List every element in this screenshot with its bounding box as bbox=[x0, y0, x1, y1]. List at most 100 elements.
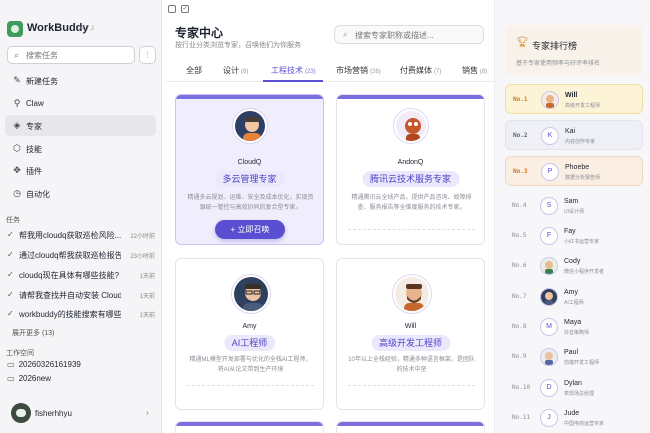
cloudq-avatar bbox=[233, 109, 267, 143]
task-title: cloudq现在具体有哪些技能? bbox=[19, 271, 120, 280]
task-item[interactable]: ✓ cloudq现在具体有哪些技能? 1天前 bbox=[7, 269, 155, 281]
nav-automation[interactable]: ◷ 自动化 bbox=[5, 183, 156, 204]
amy-avatar bbox=[232, 275, 270, 313]
expert-card-andonq[interactable]: AndonQ 腾讯云技术服务专家 精通腾讯云全线产品，提供产品咨询、故障排查、服… bbox=[336, 94, 485, 245]
summon-button[interactable]: + 立即召唤 bbox=[215, 220, 285, 239]
workspace-item[interactable]: ▭ 20260326161939 bbox=[7, 360, 81, 369]
expert-role-badge: AI工程师 bbox=[223, 335, 276, 351]
card-divider bbox=[348, 229, 475, 230]
rank-number: No.6 bbox=[512, 262, 527, 269]
rank-row[interactable]: No.10 D Dylan 表现场总经理 bbox=[505, 373, 643, 403]
rank-row[interactable]: No.2 K Kai 内容创作专家 bbox=[505, 120, 643, 150]
rank-row[interactable]: No.4 S Sam UI设计师 bbox=[505, 191, 643, 221]
task-title: 请帮我查找并自动安装 CloudQ ... bbox=[19, 291, 121, 300]
check-circle-icon: ✓ bbox=[7, 290, 14, 299]
rank-role: 数据分析报告师 bbox=[565, 175, 601, 181]
rank-row[interactable]: No.1 Will 高级开发工程师 bbox=[505, 84, 643, 114]
folder-icon: ▭ bbox=[7, 360, 15, 369]
expert-description: 精通ML模型开发部署与优化的全栈AI工程师，将AI从论文带到生产环境 bbox=[189, 357, 312, 373]
expert-search-input[interactable] bbox=[355, 29, 479, 41]
checkbox-icon[interactable]: ✓ bbox=[181, 5, 189, 13]
workspace-name: 2026new bbox=[18, 374, 52, 383]
rank-role: 表现场总经理 bbox=[564, 391, 595, 397]
card-accent-bar bbox=[176, 95, 323, 99]
expert-card-cloudq[interactable]: CloudQ 多云管理专家 精通多云规划、运维、安全及成本优化，实现资源统一管控… bbox=[175, 94, 324, 245]
rank-role: 小红书运营专家 bbox=[564, 239, 600, 245]
rank-role: 微信小程序开发者 bbox=[564, 269, 605, 275]
expert-role-badge: 多云管理专家 bbox=[214, 171, 285, 187]
tab-paid-media[interactable]: 付费媒体 (7) bbox=[400, 65, 441, 76]
expert-search-box[interactable]: ⌕ bbox=[334, 25, 484, 44]
nav-label: 技能 bbox=[26, 145, 42, 154]
tab-engineering[interactable]: 工程技术 (23) bbox=[271, 65, 316, 76]
search-icon: ⌕ bbox=[343, 30, 348, 39]
rank-number: No.1 bbox=[513, 96, 528, 103]
tab-label: 销售 bbox=[462, 66, 478, 75]
cube-icon: ⬡ bbox=[13, 143, 21, 153]
rank-row[interactable]: No.7 Amy AI工程师 bbox=[505, 282, 643, 312]
folder-icon: ▭ bbox=[7, 374, 15, 383]
nav-skills[interactable]: ⬡ 技能 bbox=[5, 138, 156, 159]
active-tab-indicator bbox=[263, 80, 323, 82]
rank-row[interactable]: No.11 J Jude 中国电商运营专家 bbox=[505, 403, 643, 433]
task-item[interactable]: ✓ 请帮我查找并自动安装 CloudQ ... 1天前 bbox=[7, 289, 155, 301]
check-circle-icon: ✓ bbox=[7, 230, 14, 239]
task-search-input[interactable] bbox=[26, 49, 130, 61]
tab-label: 市场营销 bbox=[336, 66, 368, 75]
expert-card-will[interactable]: Will 高级开发工程师 10年以上全栈经验，精通多种语言框架，是团队的技术中坚 bbox=[336, 258, 485, 410]
tab-label: 全部 bbox=[186, 66, 202, 75]
rank-row[interactable]: No.5 F Fay 小红书运营专家 bbox=[505, 221, 643, 251]
rank-row[interactable]: No.6 Cody 微信小程序开发者 bbox=[505, 251, 643, 281]
rank-row[interactable]: No.9 Paul 前端开发工程师 bbox=[505, 342, 643, 372]
expert-card-partial[interactable] bbox=[336, 421, 485, 433]
rank-avatar bbox=[540, 348, 558, 366]
task-item[interactable]: ✓ 通过cloudq帮我获取巡检报告 23小时前 bbox=[7, 249, 155, 261]
task-item[interactable]: ✓ 帮我用cloudq获取巡检风险... 22小时前 bbox=[7, 229, 155, 241]
show-more-link[interactable]: 展开更多 (13) bbox=[12, 328, 54, 338]
rank-role: 高级开发工程师 bbox=[565, 103, 601, 109]
rank-name: Sam bbox=[564, 198, 579, 205]
rank-name: Cody bbox=[564, 258, 581, 265]
task-time: 1天前 bbox=[139, 313, 155, 319]
expert-name: Amy bbox=[242, 323, 257, 330]
rank-avatar: J bbox=[540, 409, 558, 427]
nav-new-task[interactable]: ✎ 新建任务 bbox=[5, 70, 156, 91]
rank-row[interactable]: No.3 P Phoebe 数据分析报告师 bbox=[505, 156, 643, 186]
nav-label: Claw bbox=[26, 99, 44, 108]
edit-icon: ✎ bbox=[13, 75, 21, 85]
rank-name: Paul bbox=[564, 349, 579, 356]
expert-card-amy[interactable]: Amy AI工程师 精通ML模型开发部署与优化的全栈AI工程师，将AI从论文带到… bbox=[175, 258, 324, 410]
tab-count: (8) bbox=[241, 69, 249, 75]
rank-number: No.9 bbox=[512, 353, 527, 360]
tab-sales[interactable]: 销售 (8) bbox=[462, 65, 487, 76]
tab-marketing[interactable]: 市场营销 (26) bbox=[336, 65, 381, 76]
expert-name: Will bbox=[404, 323, 417, 330]
nav-plugins[interactable]: ✥ 插件 bbox=[5, 160, 156, 181]
nav-experts[interactable]: ◈ 专家 bbox=[5, 115, 156, 136]
card-accent-bar bbox=[337, 422, 484, 426]
task-time: 1天前 bbox=[139, 274, 155, 280]
workspace-item[interactable]: ▭ 2026new bbox=[7, 374, 51, 383]
clock-icon: ◷ bbox=[13, 188, 21, 198]
card-divider bbox=[187, 385, 314, 386]
task-item[interactable]: ✓ workbuddy的技能搜索有哪些来... 1天前 bbox=[7, 308, 155, 320]
tab-all[interactable]: 全部 bbox=[186, 65, 202, 76]
nav-claw[interactable]: ⚲ Claw bbox=[5, 93, 156, 114]
chevron-right-icon[interactable]: › bbox=[146, 408, 149, 417]
card-accent-bar bbox=[337, 95, 484, 99]
expert-card-partial[interactable] bbox=[175, 421, 324, 433]
rank-number: No.4 bbox=[512, 202, 527, 209]
expert-name: CloudQ bbox=[237, 159, 262, 166]
task-title: 通过cloudq帮我获取巡检报告 bbox=[19, 251, 121, 260]
tab-design[interactable]: 设计 (8) bbox=[223, 65, 248, 76]
sidebar-toggle-icon[interactable] bbox=[168, 5, 176, 13]
expert-description: 精通腾讯云全线产品，提供产品咨询、故障排查、服务报告等全维度服务的技术专家。 bbox=[351, 195, 472, 211]
user-avatar[interactable] bbox=[11, 403, 31, 423]
category-tabs: 全部 设计 (8) 工程技术 (23) 市场营销 (26) 付费媒体 (7) 销售 (8) bbox=[166, 60, 494, 82]
task-search-box[interactable]: ⌕ bbox=[7, 46, 135, 64]
filter-button[interactable]: ⫶ bbox=[139, 46, 156, 64]
nav-label: 插件 bbox=[26, 167, 42, 176]
nav-label: 自动化 bbox=[26, 190, 50, 199]
user-name[interactable]: fisherhhyu bbox=[35, 409, 72, 418]
rank-row[interactable]: No.8 M Maya 抖音策略师 bbox=[505, 312, 643, 342]
